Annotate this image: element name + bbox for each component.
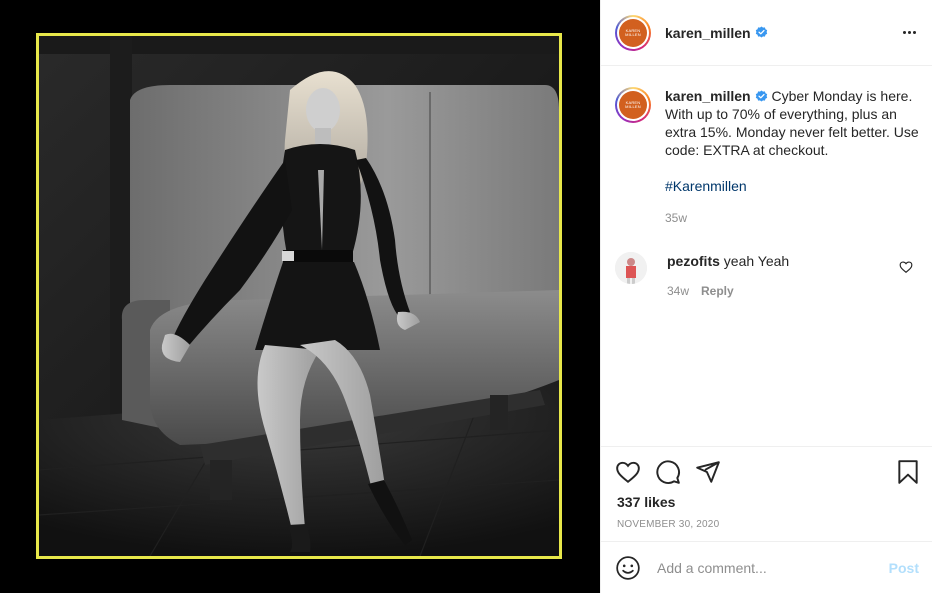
heart-icon[interactable] (615, 459, 641, 485)
author-username[interactable]: karen_millen (665, 25, 751, 41)
comment-like-icon[interactable] (899, 260, 913, 274)
reply-button[interactable]: Reply (701, 282, 734, 300)
post-media[interactable] (0, 0, 600, 593)
bookmark-icon[interactable] (895, 459, 921, 485)
comment-timestamp[interactable]: 34w (667, 282, 689, 300)
post-header: KAREN MILLEN karen_millen (601, 0, 932, 66)
post-photo (0, 0, 600, 593)
comments-section[interactable]: KAREN MILLEN karen_millen Cyber Monday i… (601, 67, 932, 445)
emoji-icon[interactable] (615, 555, 641, 581)
more-options-button[interactable] (899, 22, 919, 42)
post-actions: 337 likes NOVEMBER 30, 2020 (601, 446, 932, 540)
author-avatar[interactable]: KAREN MILLEN (615, 14, 651, 51)
commenter-avatar[interactable] (615, 252, 647, 284)
brand-logo: KAREN MILLEN (619, 18, 647, 47)
comment-text: yeah Yeah (723, 253, 790, 269)
caption-author-avatar[interactable]: KAREN MILLEN (615, 87, 651, 123)
commenter-username[interactable]: pezofits (667, 253, 720, 269)
caption-username[interactable]: karen_millen (665, 88, 751, 104)
post-panel: KAREN MILLEN karen_millen KAREN MILLEN k… (600, 0, 932, 593)
comment-item: pezofits yeah Yeah 34w Reply (615, 252, 925, 300)
comment-input[interactable] (657, 559, 879, 576)
comment-composer: Post (601, 541, 932, 593)
share-icon[interactable] (695, 459, 721, 485)
post-date[interactable]: NOVEMBER 30, 2020 (617, 519, 719, 530)
post-caption: KAREN MILLEN karen_millen Cyber Monday i… (615, 87, 925, 227)
like-count[interactable]: 337 likes (617, 494, 675, 510)
verified-icon (755, 90, 767, 102)
caption-timestamp[interactable]: 35w (665, 209, 925, 227)
verified-icon (755, 26, 767, 38)
post-comment-button[interactable]: Post (889, 560, 919, 576)
post-viewer: KAREN MILLEN karen_millen KAREN MILLEN k… (0, 0, 932, 593)
caption-hashtag[interactable]: #Karenmillen (665, 177, 925, 195)
comment-icon[interactable] (655, 459, 681, 485)
more-icon (902, 30, 906, 34)
